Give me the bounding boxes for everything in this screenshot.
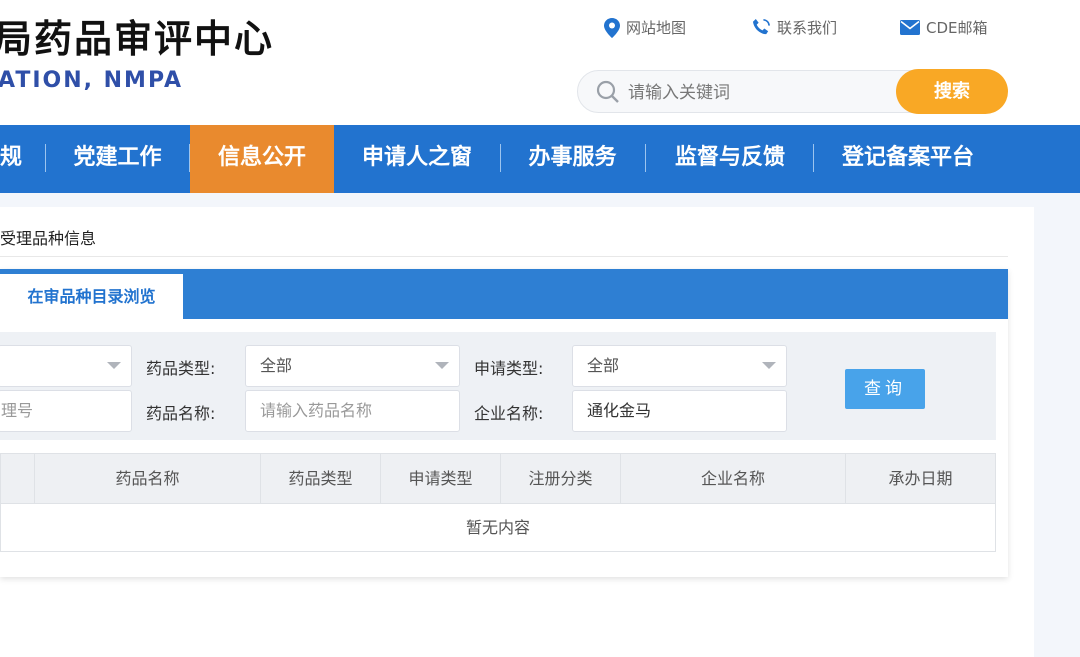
tab-catalog-browse[interactable]: 在审品种目录浏览 xyxy=(0,274,183,319)
site-subtitle: ATION, NMPA xyxy=(0,68,184,93)
site-title: 局药品审评中心 xyxy=(0,17,275,61)
column-header-company-name: 企业名称 xyxy=(620,454,845,503)
first-select[interactable] xyxy=(0,345,132,387)
search-icon xyxy=(596,80,619,103)
cde-mail-link-label: CDE邮箱 xyxy=(926,19,988,37)
cde-mail-link[interactable]: CDE邮箱 xyxy=(900,17,988,38)
nav-item-services[interactable]: 办事服务 xyxy=(515,125,630,193)
accept-no-input[interactable]: 理号 xyxy=(0,390,132,432)
location-pin-icon xyxy=(604,17,620,38)
sitemap-link[interactable]: 网站地图 xyxy=(604,17,686,38)
nav-separator xyxy=(813,144,814,172)
apply-type-select[interactable]: 全部 xyxy=(572,345,787,387)
company-name-value: 通化金马 xyxy=(587,401,652,420)
drug-type-value: 全部 xyxy=(260,356,293,375)
nav-item-information-disclosure[interactable]: 信息公开 xyxy=(190,125,334,193)
nav-item-party-building[interactable]: 党建工作 xyxy=(60,125,175,193)
column-header-registration-class: 注册分类 xyxy=(500,454,620,503)
chevron-down-icon xyxy=(762,362,776,369)
nav-item-registration-platform[interactable]: 登记备案平台 xyxy=(828,125,988,193)
company-name-label: 企业名称: xyxy=(474,404,544,423)
column-header-apply-type: 申请类型 xyxy=(380,454,500,503)
drug-name-input[interactable]: 请输入药品名称 xyxy=(245,390,460,432)
nav-separator xyxy=(500,144,501,172)
breadcrumb: 受理品种信息 xyxy=(0,229,97,248)
column-header-drug-type: 药品类型 xyxy=(260,454,380,503)
apply-type-value: 全部 xyxy=(587,356,620,375)
mail-icon xyxy=(900,20,920,35)
drug-name-label: 药品名称: xyxy=(146,404,216,423)
nav-item-regulations[interactable]: 规 xyxy=(0,125,26,193)
drug-type-label: 药品类型: xyxy=(146,359,216,378)
search-button[interactable]: 搜索 xyxy=(896,69,1008,114)
results-table: 药品名称 药品类型 申请类型 注册分类 企业名称 承办日期 暂无内容 xyxy=(0,453,996,552)
drug-type-select[interactable]: 全部 xyxy=(245,345,460,387)
divider xyxy=(0,256,1008,257)
nav-item-applicant-window[interactable]: 申请人之窗 xyxy=(345,125,489,193)
nav-separator xyxy=(45,144,46,172)
column-header-handling-date: 承办日期 xyxy=(845,454,995,503)
contact-link-label: 联系我们 xyxy=(777,19,838,37)
phone-icon xyxy=(752,18,770,35)
apply-type-label: 申请类型: xyxy=(474,359,544,378)
empty-state-text: 暂无内容 xyxy=(465,518,530,537)
company-name-input[interactable]: 通化金马 xyxy=(572,390,787,432)
search-input[interactable] xyxy=(626,77,890,109)
nav-separator xyxy=(645,144,646,172)
contact-link[interactable]: 联系我们 xyxy=(752,17,837,38)
nav-item-supervision-feedback[interactable]: 监督与反馈 xyxy=(660,125,800,193)
query-button[interactable]: 查询 xyxy=(845,369,925,409)
table-header: 药品名称 药品类型 申请类型 注册分类 企业名称 承办日期 xyxy=(1,454,995,504)
chevron-down-icon xyxy=(107,362,121,369)
main-navbar: 规 党建工作 信息公开 申请人之窗 办事服务 监督与反馈 登记备案平台 xyxy=(0,125,1080,193)
chevron-down-icon xyxy=(435,362,449,369)
sitemap-link-label: 网站地图 xyxy=(626,19,687,37)
column-header-drug-name: 药品名称 xyxy=(34,454,260,503)
